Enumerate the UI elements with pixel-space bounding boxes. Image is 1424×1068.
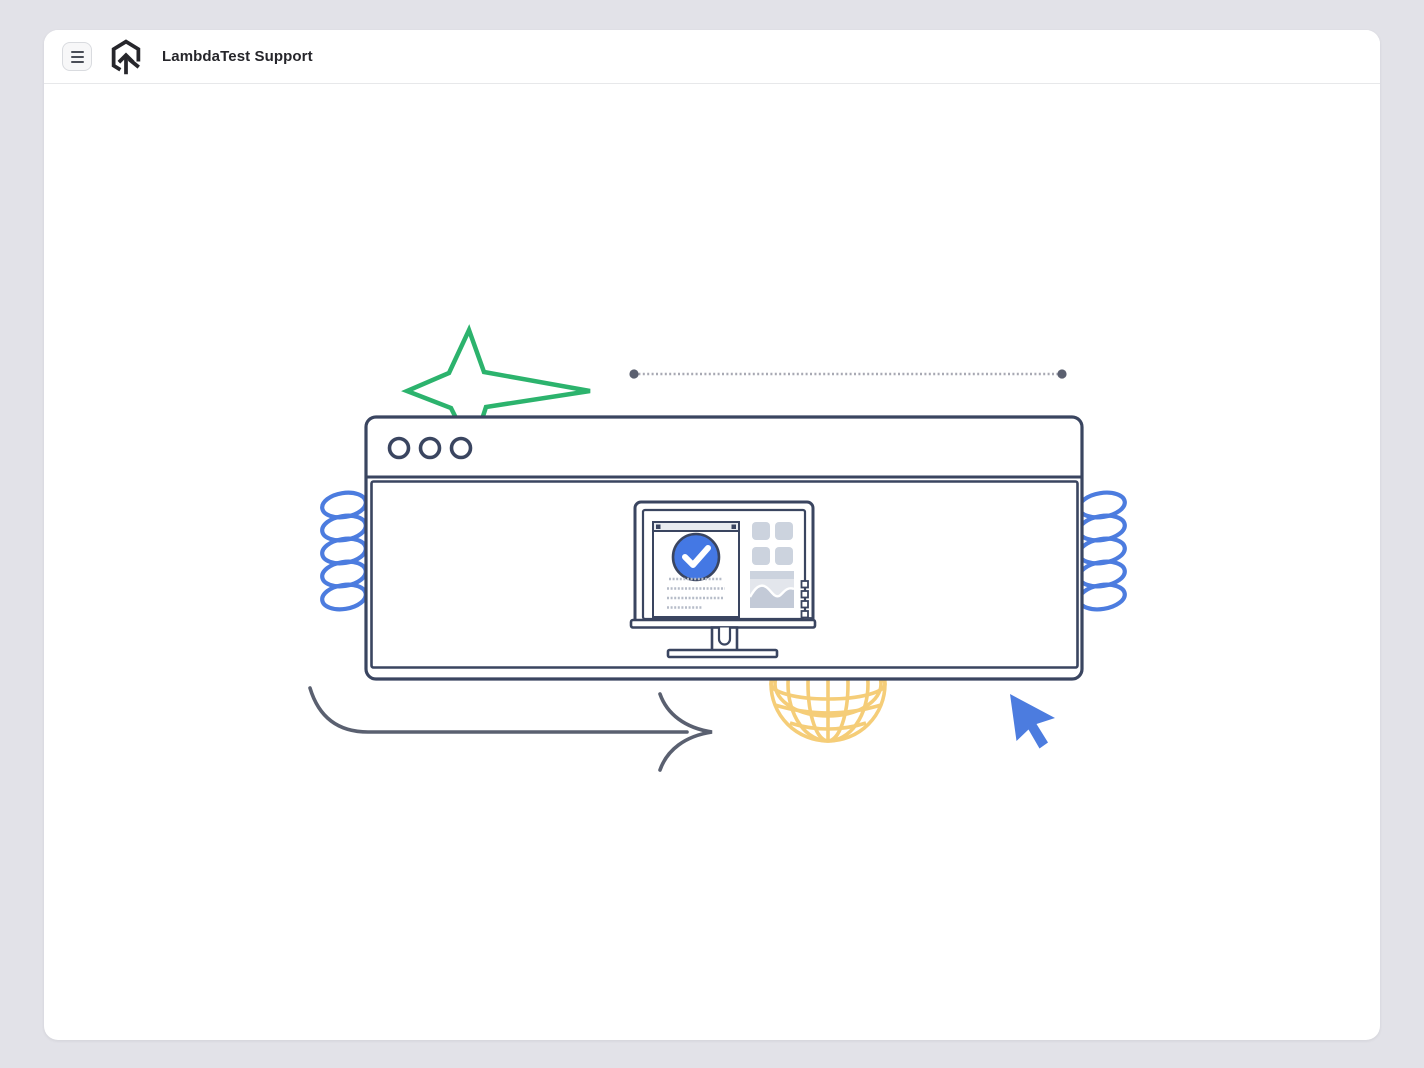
spring-coil-right xyxy=(1077,490,1126,613)
lambdatest-logo[interactable] xyxy=(108,39,144,75)
cursor-icon xyxy=(1010,694,1055,749)
timeline-line xyxy=(629,369,1066,378)
page-title: LambdaTest Support xyxy=(162,48,313,65)
app-card: LambdaTest Support xyxy=(44,30,1380,1040)
verified-check-icon xyxy=(673,534,719,580)
menu-button[interactable] xyxy=(62,42,92,71)
browser-traffic-dots xyxy=(390,439,471,458)
mini-chart xyxy=(750,571,794,608)
spring-coil-left xyxy=(320,490,367,613)
hamburger-icon xyxy=(71,51,84,53)
support-illustration xyxy=(44,30,1380,1040)
curved-arrow-icon xyxy=(310,688,712,770)
app-header: LambdaTest Support xyxy=(44,30,1380,84)
lambdatest-logo-icon xyxy=(108,39,144,75)
